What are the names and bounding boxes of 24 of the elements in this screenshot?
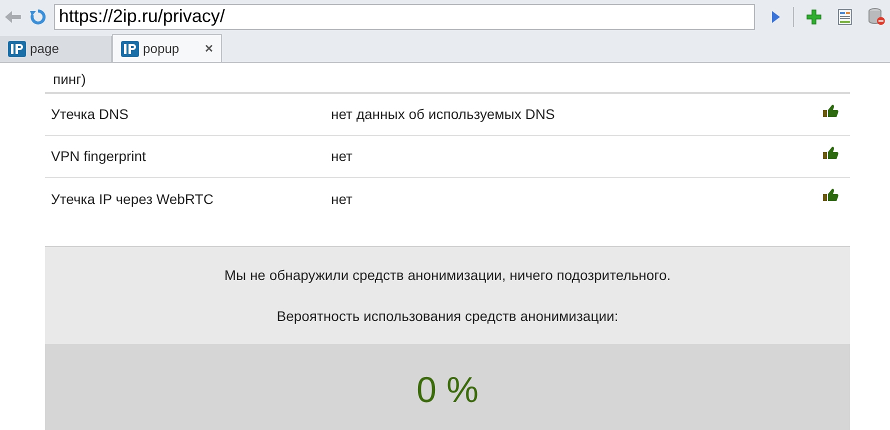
row-value: нет данных об используемых DNS xyxy=(331,105,556,124)
ip-logo-icon xyxy=(8,41,26,57)
close-button[interactable]: × xyxy=(204,38,213,59)
tab[interactable]: popup × xyxy=(112,34,222,62)
row-label: Утечка IP через WebRTC xyxy=(51,190,214,209)
cut-text: пинг) xyxy=(45,63,850,94)
row-label: VPN fingerprint xyxy=(51,147,147,166)
tab-label: page xyxy=(30,40,60,58)
tab-label: popup xyxy=(143,40,180,58)
address-field[interactable]: https://2ip.ru/privacy/ xyxy=(54,4,756,30)
ip-logo-icon xyxy=(121,40,139,56)
tab[interactable]: page xyxy=(0,36,112,62)
play-icon[interactable] xyxy=(771,10,782,24)
document-icon[interactable] xyxy=(838,8,852,24)
summary-message: Мы не обнаружили средств анонимизации, ничего подозрительного. xyxy=(224,266,671,285)
row-value: нет xyxy=(331,147,354,166)
database-remove-icon[interactable] xyxy=(868,8,886,26)
probability-label: Вероятность использования средств анонимизации: xyxy=(276,306,618,326)
row-label: Утечка DNS xyxy=(51,105,130,124)
probability-value: 0 % xyxy=(416,372,479,410)
plus-icon[interactable] xyxy=(806,8,822,24)
back-arrow-icon[interactable] xyxy=(4,10,22,24)
reload-icon[interactable] xyxy=(30,8,46,24)
row-value: нет xyxy=(331,190,354,208)
